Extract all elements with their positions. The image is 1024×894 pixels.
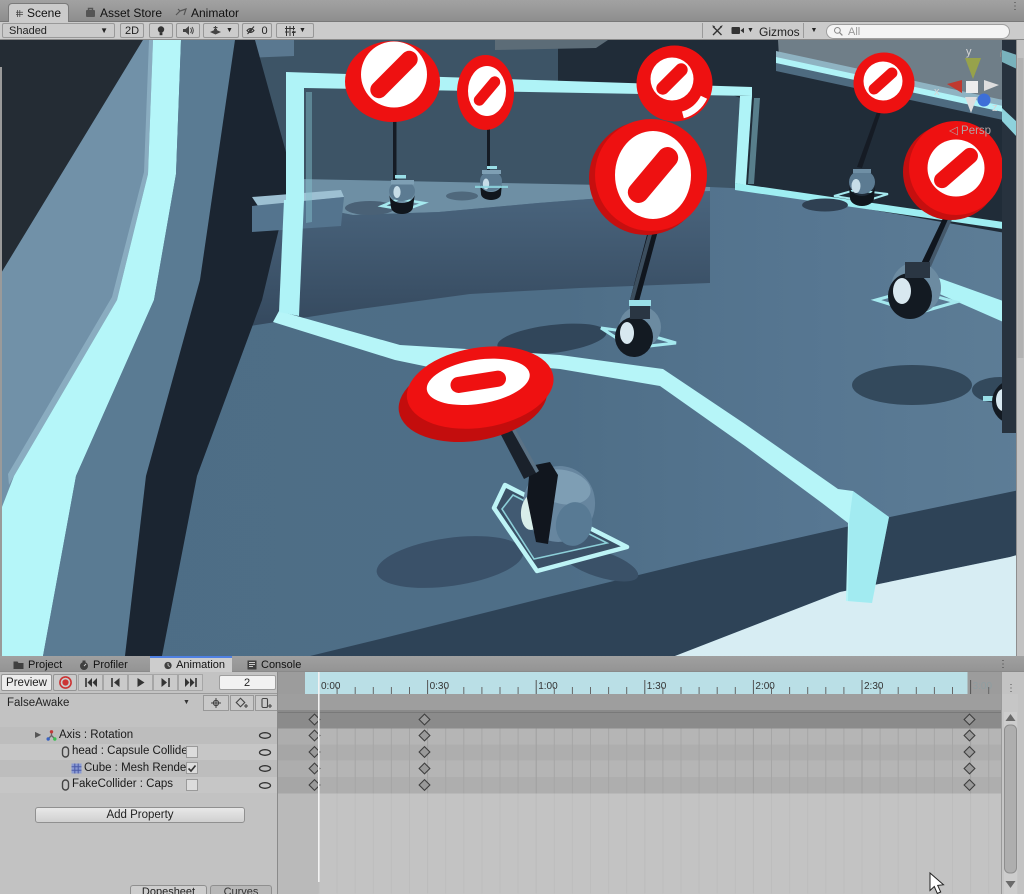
svg-text:z: z — [992, 102, 998, 114]
svg-text:0:00: 0:00 — [321, 681, 341, 692]
svg-text:x: x — [934, 86, 940, 98]
svg-text:1:00: 1:00 — [538, 681, 558, 692]
svg-text:2:30: 2:30 — [864, 681, 884, 692]
svg-text:2:00: 2:00 — [755, 681, 775, 692]
svg-text:3:00: 3:00 — [973, 681, 993, 692]
svg-text:y: y — [966, 46, 972, 58]
svg-text:◁ Persp: ◁ Persp — [949, 125, 991, 137]
svg-text:1:30: 1:30 — [647, 681, 667, 692]
svg-text:0:30: 0:30 — [430, 681, 450, 692]
svg-text:⋮: ⋮ — [1006, 683, 1016, 694]
